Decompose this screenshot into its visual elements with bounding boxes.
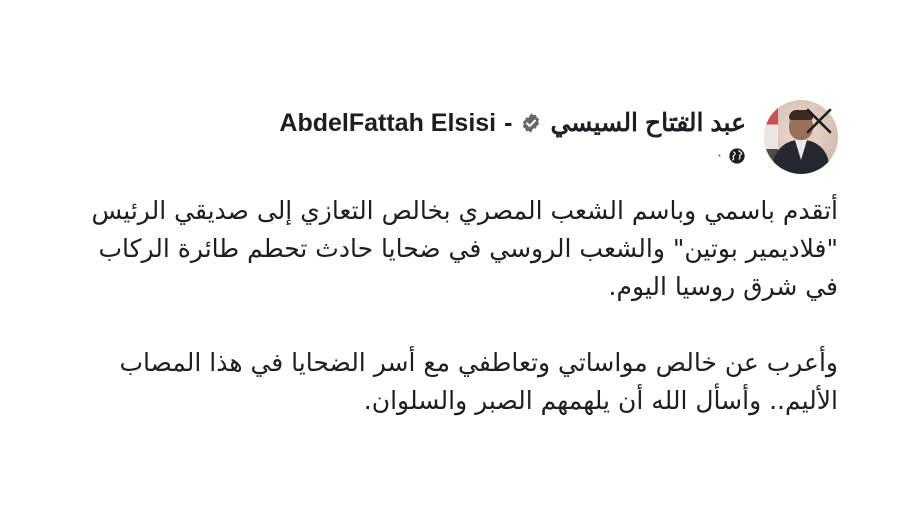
close-icon: [806, 108, 832, 134]
post-meta: ·: [717, 146, 746, 165]
post-paragraph: أتقدم باسمي وباسم الشعب المصري بخالص الت…: [60, 192, 838, 306]
post-paragraph: وأعرب عن خالص مواساتي وتعاطفي مع أسر الض…: [60, 344, 838, 420]
post-line: أتقدم باسمي وباسم الشعب المصري بخالص الت…: [91, 196, 838, 225]
post-body: أتقدم باسمي وباسم الشعب المصري بخالص الت…: [60, 192, 838, 420]
close-button[interactable]: [802, 104, 836, 138]
post-line: في شرق روسيا اليوم.: [608, 272, 838, 301]
author-name-arabic[interactable]: عبد الفتاح السيسي: [550, 108, 746, 138]
author-name-separator: -: [504, 108, 513, 137]
more-options-button[interactable]: ···: [660, 102, 694, 136]
post-header: عبد الفتاح السيسي - AbdelFattah Elsisi ·: [60, 98, 838, 178]
more-options-icon: ···: [660, 102, 694, 136]
post-line: "فلاديمير بوتين" والشعب الروسي في ضحايا …: [98, 234, 838, 263]
post-line: وأعرب عن خالص مواساتي وتعاطفي مع أسر الض…: [119, 348, 838, 377]
verified-badge-icon: [520, 112, 542, 134]
author-name-english[interactable]: AbdelFattah Elsisi: [279, 109, 496, 138]
meta-separator-dot: ·: [716, 146, 722, 165]
post-line: الأليم.. وأسأل الله أن يلهمهم الصبر والس…: [363, 386, 838, 415]
globe-icon[interactable]: [728, 147, 746, 165]
